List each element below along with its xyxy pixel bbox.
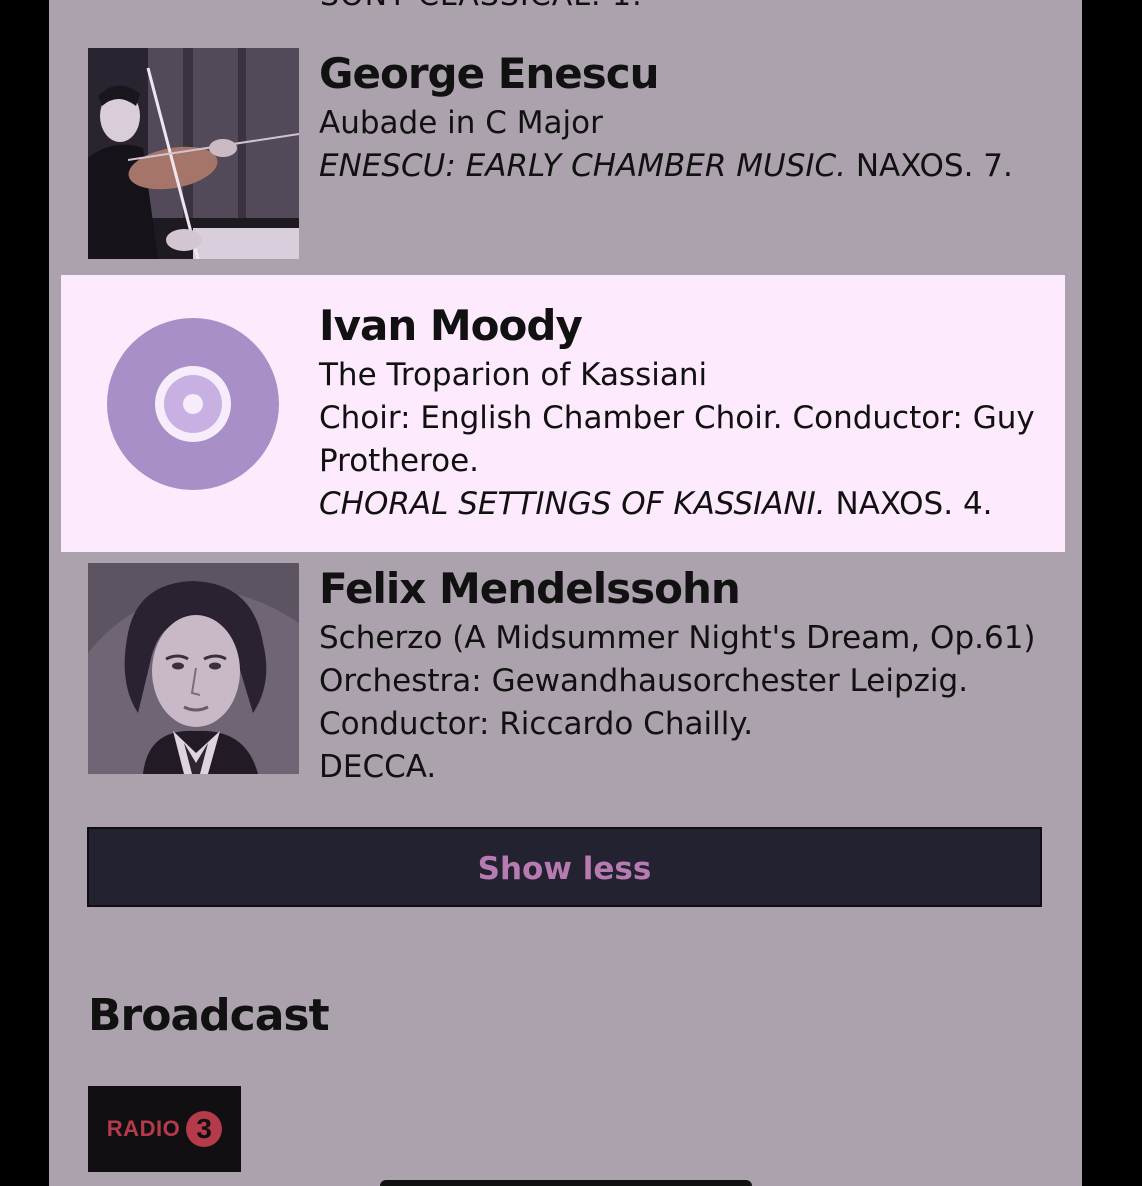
track-album-line: DECCA. xyxy=(319,746,1049,789)
violinist-photo-icon xyxy=(88,48,299,259)
track-album-title: ENESCU: EARLY CHAMBER MUSIC. xyxy=(319,148,847,184)
track-album-title: CHORAL SETTINGS OF KASSIANI. xyxy=(319,486,826,522)
broadcast-heading: Broadcast xyxy=(88,990,330,1041)
track-artist: Ivan Moody xyxy=(319,301,583,350)
previous-track-album-cut: SONY CLASSICAL. 1. xyxy=(320,0,643,13)
track-artist: George Enescu xyxy=(319,49,660,98)
track-item-now-playing[interactable]: Ivan Moody The Troparion of Kassiani Cho… xyxy=(61,275,1065,552)
track-details: George Enescu Aubade in C Major ENESCU: … xyxy=(319,50,1049,188)
track-orchestra: Orchestra: Gewandhausorchester Leipzig. xyxy=(319,663,969,699)
app-screen: SONY CLASSICAL. 1. George Enescu xyxy=(49,0,1082,1186)
radio-3-logo[interactable]: RADIO 3 xyxy=(88,1086,241,1172)
composer-portrait-icon xyxy=(88,563,299,774)
track-image-placeholder xyxy=(88,298,299,509)
track-artist: Felix Mendelssohn xyxy=(319,564,741,613)
track-item[interactable]: Felix Mendelssohn Scherzo (A Midsummer N… xyxy=(49,563,1082,793)
track-label-number: NAXOS. 4. xyxy=(825,486,993,522)
track-image-violinist xyxy=(88,48,299,259)
track-performers: Choir: English Chamber Choir. Conductor:… xyxy=(319,400,1035,479)
track-title: Aubade in C Major xyxy=(319,105,603,141)
show-less-button[interactable]: Show less xyxy=(87,827,1042,907)
track-label-number: DECCA. xyxy=(319,749,437,785)
disc-icon xyxy=(107,318,279,490)
track-title: The Troparion of Kassiani xyxy=(319,357,708,393)
track-details: Ivan Moody The Troparion of Kassiani Cho… xyxy=(319,302,1049,526)
track-item[interactable]: George Enescu Aubade in C Major ENESCU: … xyxy=(49,48,1082,260)
track-title: Scherzo (A Midsummer Night's Dream, Op.6… xyxy=(319,620,1036,656)
track-album-line: CHORAL SETTINGS OF KASSIANI. NAXOS. 4. xyxy=(319,483,1049,526)
radio-logo-number: 3 xyxy=(186,1111,223,1147)
radio-logo-text: RADIO xyxy=(106,1116,181,1141)
home-indicator-bar[interactable] xyxy=(380,1180,752,1186)
track-image-composer-portrait xyxy=(88,563,299,774)
track-details: Felix Mendelssohn Scherzo (A Midsummer N… xyxy=(319,565,1049,789)
track-album-line: ENESCU: EARLY CHAMBER MUSIC. NAXOS. 7. xyxy=(319,145,1049,188)
track-conductor: Conductor: Riccardo Chailly. xyxy=(319,706,754,742)
track-label-number: NAXOS. 7. xyxy=(846,148,1013,184)
